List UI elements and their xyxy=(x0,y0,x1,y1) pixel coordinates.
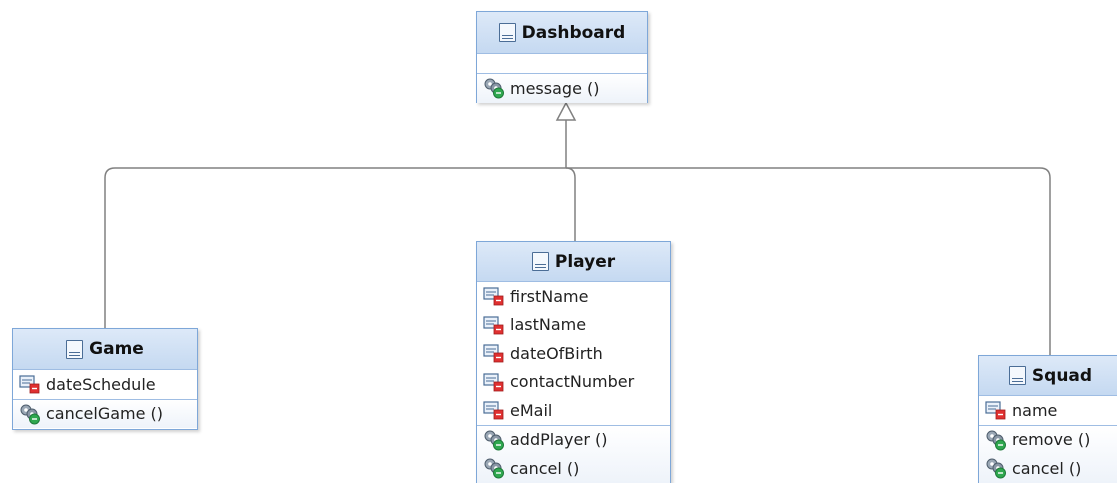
class-squad-attributes: name xyxy=(979,396,1117,426)
class-icon xyxy=(531,252,549,271)
private-attribute-icon xyxy=(483,344,504,363)
operation-row[interactable]: cancel () xyxy=(985,454,1117,483)
class-squad-header: Squad xyxy=(979,356,1117,396)
operation-label: cancel () xyxy=(510,458,580,478)
attribute-label: firstName xyxy=(510,286,589,306)
class-player-attributes: firstName lastName dateOfBirth contactNumbe… xyxy=(477,282,670,426)
private-attribute-icon xyxy=(483,287,504,306)
class-icon xyxy=(1008,366,1026,385)
attribute-row[interactable]: dateOfBirth xyxy=(483,339,670,368)
operation-row[interactable]: message () xyxy=(483,74,647,103)
operation-row[interactable]: addPlayer () xyxy=(483,426,670,455)
class-player-operations: addPlayer () cancel () xyxy=(477,425,670,483)
class-game-operations: cancelGame () xyxy=(13,399,197,429)
attribute-row[interactable]: eMail xyxy=(483,396,670,425)
attribute-label: contactNumber xyxy=(510,372,635,392)
operation-label: cancel () xyxy=(1012,458,1082,478)
private-attribute-icon xyxy=(483,316,504,335)
public-operation-icon xyxy=(986,430,1006,451)
class-squad[interactable]: Squad name remove () cancel () xyxy=(978,355,1117,483)
class-game[interactable]: Game dateSchedule cancelGame () xyxy=(12,328,198,430)
attribute-label: dateSchedule xyxy=(46,374,156,394)
class-dashboard-name: Dashboard xyxy=(521,22,626,43)
class-dashboard[interactable]: Dashboard message () xyxy=(476,11,648,103)
operation-label: addPlayer () xyxy=(510,430,608,450)
operation-label: message () xyxy=(510,78,600,98)
operation-row[interactable]: cancelGame () xyxy=(19,400,197,429)
attribute-row[interactable]: lastName xyxy=(483,311,670,340)
public-operation-icon xyxy=(484,458,504,479)
attribute-label: eMail xyxy=(510,400,553,420)
class-dashboard-operations: message () xyxy=(477,74,647,103)
operation-label: remove () xyxy=(1012,430,1091,450)
class-squad-name: Squad xyxy=(1031,365,1093,386)
class-dashboard-header: Dashboard xyxy=(477,12,647,54)
attribute-label: name xyxy=(1012,400,1058,420)
attribute-label: dateOfBirth xyxy=(510,343,603,363)
private-attribute-icon xyxy=(483,373,504,392)
attribute-label: lastName xyxy=(510,315,587,335)
operation-label: cancelGame () xyxy=(46,404,164,424)
private-attribute-icon xyxy=(483,401,504,420)
class-dashboard-attributes xyxy=(477,54,647,74)
private-attribute-icon xyxy=(985,401,1006,420)
class-squad-operations: remove () cancel () xyxy=(979,425,1117,483)
public-operation-icon xyxy=(20,404,40,425)
generalization-arrowhead xyxy=(555,101,577,121)
operation-row[interactable]: remove () xyxy=(985,426,1117,455)
class-icon xyxy=(66,339,84,359)
public-operation-icon xyxy=(484,430,504,451)
attribute-row[interactable]: firstName xyxy=(483,282,670,311)
operation-row[interactable]: cancel () xyxy=(483,454,670,483)
class-game-name: Game xyxy=(89,339,144,359)
class-game-header: Game xyxy=(13,329,197,370)
public-operation-icon xyxy=(986,458,1006,479)
attribute-row[interactable]: dateSchedule xyxy=(19,370,197,399)
class-player[interactable]: Player firstName lastName dateOfBirth conta… xyxy=(476,241,671,483)
class-icon xyxy=(498,23,516,42)
edge-player-dashboard xyxy=(565,167,576,241)
class-player-name: Player xyxy=(554,251,616,272)
attribute-row[interactable]: name xyxy=(985,396,1117,425)
private-attribute-icon xyxy=(19,375,40,394)
class-player-header: Player xyxy=(477,242,670,282)
class-game-attributes: dateSchedule xyxy=(13,370,197,400)
attribute-row[interactable]: contactNumber xyxy=(483,368,670,397)
public-operation-icon xyxy=(484,78,504,99)
